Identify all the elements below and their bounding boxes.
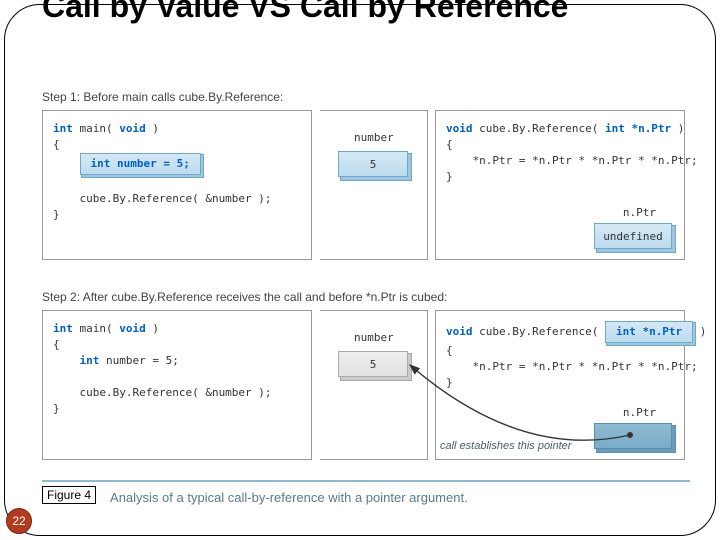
step1-nptr-label: n.Ptr (623, 206, 656, 219)
step2-arg-box: int *n.Ptr (605, 321, 693, 343)
step2-nptr-label: n.Ptr (623, 406, 656, 419)
page-number: 22 (6, 508, 32, 534)
pointer-note: call establishes this pointer (440, 440, 571, 452)
step1-decl-box: int number = 5; (80, 153, 201, 175)
slide-title: Call by Value VS Call by Reference (42, 0, 568, 24)
figure-label: Figure 4 (42, 486, 96, 504)
caption-row: Figure 4 Analysis of a typical call-by-r… (42, 480, 690, 506)
step2-label: Step 2: After cube.By.Reference receives… (42, 290, 447, 304)
step1-nptr-box: undefined (594, 223, 672, 249)
step2-number-label: number (354, 331, 394, 344)
step2-func-code: void cube.By.Reference( int *n.Ptr ) { *… (436, 311, 684, 401)
step1-func-panel: void cube.By.Reference( int *n.Ptr ) { *… (435, 110, 685, 260)
step1-mid-panel: number 5 (320, 110, 428, 260)
step1-label: Step 1: Before main calls cube.By.Refere… (42, 90, 283, 104)
step1-main-code: int main( void ) { int number = 5; cube.… (43, 111, 311, 233)
step1-number-label: number (354, 131, 394, 144)
step2-mid-panel: number 5 (320, 310, 428, 460)
step2-nptr-box (594, 423, 672, 449)
step2-main-panel: int main( void ) { int number = 5; cube.… (42, 310, 312, 460)
step2-func-panel: void cube.By.Reference( int *n.Ptr ) { *… (435, 310, 685, 460)
step1-number-box: 5 (338, 151, 408, 177)
caption-text: Analysis of a typical call-by-reference … (110, 490, 468, 505)
step2-number-box: 5 (338, 351, 408, 377)
step2-main-code: int main( void ) { int number = 5; cube.… (43, 311, 311, 427)
step1-func-code: void cube.By.Reference( int *n.Ptr ) { *… (436, 111, 684, 195)
step1-main-panel: int main( void ) { int number = 5; cube.… (42, 110, 312, 260)
